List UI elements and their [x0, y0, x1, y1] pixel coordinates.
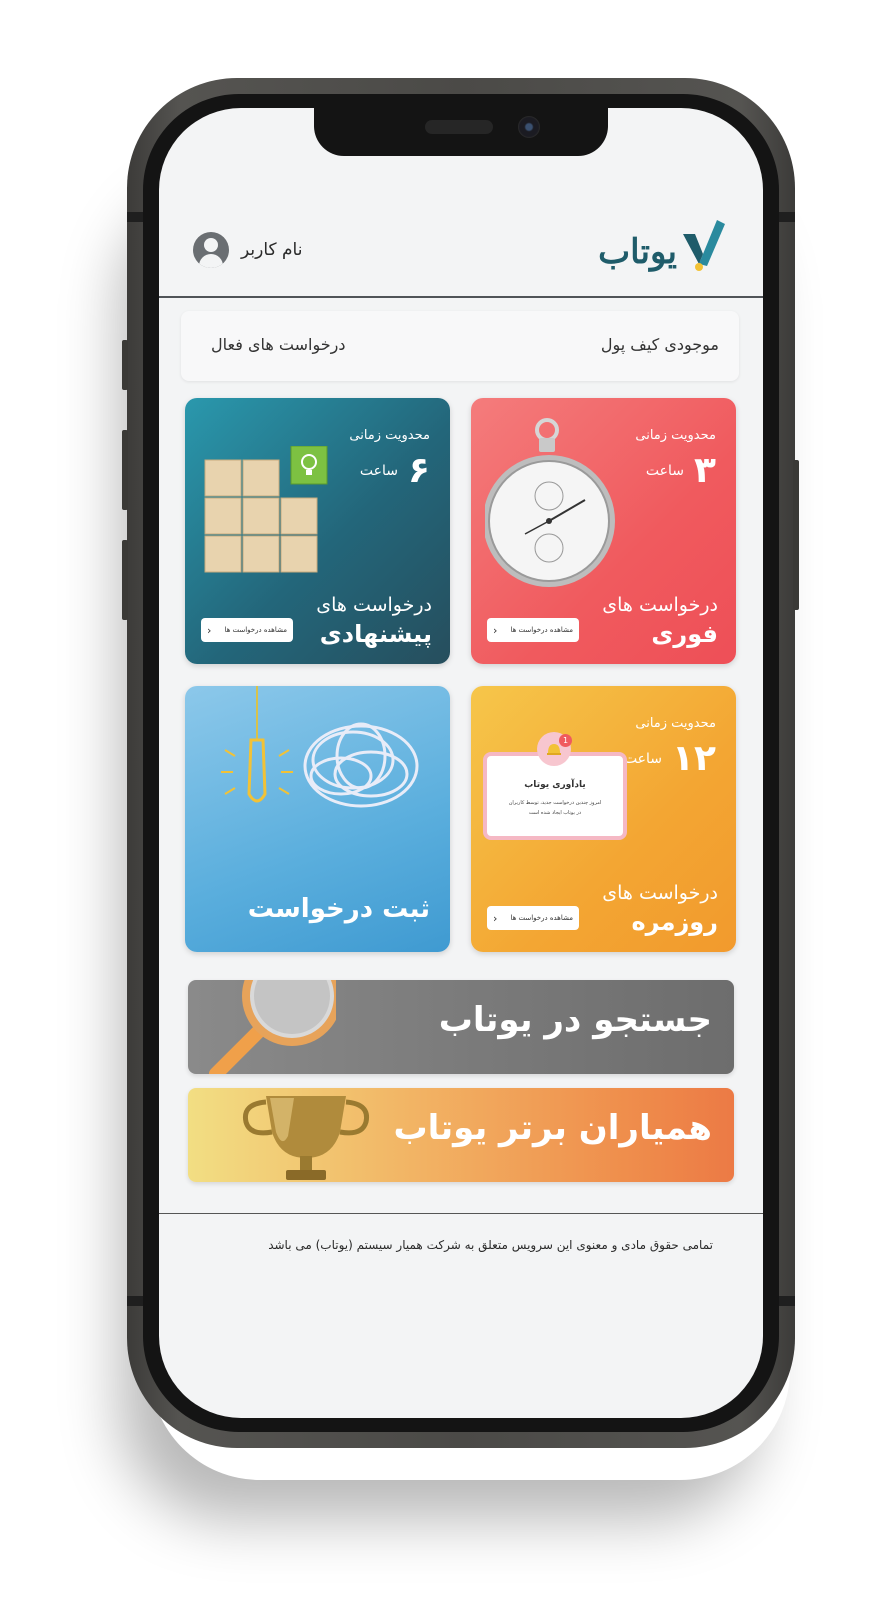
hours-number: ۳	[694, 450, 716, 491]
top-helpers-banner[interactable]: همیاران برتر یوتاب	[188, 1088, 734, 1182]
hours-unit: ساعت	[359, 462, 399, 479]
view-daily-requests-button[interactable]: مشاهده درخواست ها ‹	[487, 906, 579, 930]
wallet-balance-link[interactable]: موجودی کیف پول	[601, 335, 719, 354]
view-suggested-requests-button[interactable]: مشاهده درخواست ها ‹	[201, 618, 293, 642]
notification-line1: امروز چندین درخواست جدید، توسط کاربران	[508, 800, 602, 806]
card-title-line2: پیشنهادی	[319, 620, 432, 648]
paperclip-lightbulb-icon	[221, 686, 419, 808]
user-profile[interactable]: نام کاربر	[193, 232, 302, 268]
front-camera-icon	[518, 116, 540, 138]
app-header: یوتاب نام کاربر	[159, 200, 763, 298]
card-urgent-requests[interactable]: محدویت زمانی ۳ ساعت درخواست های فوری مشا…	[471, 398, 736, 664]
trophy-icon	[242, 1096, 370, 1180]
search-banner[interactable]: جستجو در یوتاب	[188, 980, 734, 1074]
footer-divider	[159, 1213, 763, 1214]
notch	[314, 108, 608, 156]
chevron-left-icon: ‹	[207, 623, 212, 637]
antenna-band	[779, 1296, 795, 1306]
antenna-band	[127, 212, 143, 222]
card-daily-requests[interactable]: محدویت زمانی ۱۲ ساعت یادآوری یوتاب امروز…	[471, 686, 736, 952]
user-avatar-icon	[193, 232, 229, 268]
card-title-line1: درخواست های	[602, 594, 718, 616]
brand-wordmark: یوتاب	[598, 232, 679, 272]
antenna-band	[779, 212, 795, 222]
card-title-line1: درخواست های	[316, 594, 432, 616]
copyright-text: تمامی حقوق مادی و معنوی این سرویس متعلق …	[268, 1238, 713, 1252]
card-register-request[interactable]: ثبت درخواست	[185, 686, 450, 952]
notification-badge: 1	[559, 734, 572, 747]
wooden-blocks-lightbulb-icon	[204, 446, 328, 573]
time-limit-value: ۶ ساعت	[360, 450, 430, 491]
card-title-line2: روزمره	[631, 908, 718, 936]
button-label: مشاهده درخواست ها	[224, 626, 287, 634]
view-urgent-requests-button[interactable]: مشاهده درخواست ها ‹	[487, 618, 579, 642]
hours-number: ۶	[408, 450, 430, 491]
time-limit-label: محدویت زمانی	[349, 428, 430, 443]
hours-unit: ساعت	[623, 750, 663, 767]
notification-line2: در یوتاب ایجاد شده است	[528, 810, 582, 816]
register-request-title: ثبت درخواست	[247, 894, 430, 924]
top-helpers-banner-label: همیاران برتر یوتاب	[393, 1108, 712, 1148]
brand-check-icon	[683, 220, 725, 272]
chevron-left-icon: ‹	[493, 623, 498, 637]
chevron-left-icon: ‹	[493, 911, 498, 925]
magnifier-icon	[209, 980, 336, 1074]
summary-bar: موجودی کیف پول درخواست های فعال	[181, 311, 739, 381]
card-title-line2: فوری	[651, 620, 718, 648]
time-limit-label: محدویت زمانی	[635, 716, 716, 731]
speaker-grille	[425, 120, 493, 134]
stopwatch-icon	[485, 418, 615, 587]
search-banner-label: جستجو در یوتاب	[438, 1000, 712, 1040]
app-screen: یوتاب نام کاربر موجودی کیف پول درخواست ه…	[159, 108, 763, 1418]
card-title-line1: درخواست های	[602, 882, 718, 904]
power-button	[793, 460, 799, 610]
brand-logo[interactable]: یوتاب	[598, 220, 725, 272]
user-name: نام کاربر	[241, 240, 303, 260]
volume-down-button	[122, 540, 128, 620]
hours-unit: ساعت	[645, 462, 685, 479]
button-label: مشاهده درخواست ها	[510, 626, 573, 634]
hours-number: ۱۲	[672, 738, 716, 779]
active-requests-link[interactable]: درخواست های فعال	[211, 335, 345, 354]
card-suggested-requests[interactable]: محدویت زمانی ۶ ساعت درخواست های پیشنهادی…	[185, 398, 450, 664]
notification-title: یادآوری یوتاب	[524, 780, 586, 790]
antenna-band	[127, 1296, 143, 1306]
volume-up-button	[122, 430, 128, 510]
time-limit-value: ۱۲ ساعت	[624, 738, 716, 779]
time-limit-value: ۳ ساعت	[646, 450, 716, 491]
silent-switch	[122, 340, 128, 390]
time-limit-label: محدویت زمانی	[635, 428, 716, 443]
button-label: مشاهده درخواست ها	[510, 914, 573, 922]
